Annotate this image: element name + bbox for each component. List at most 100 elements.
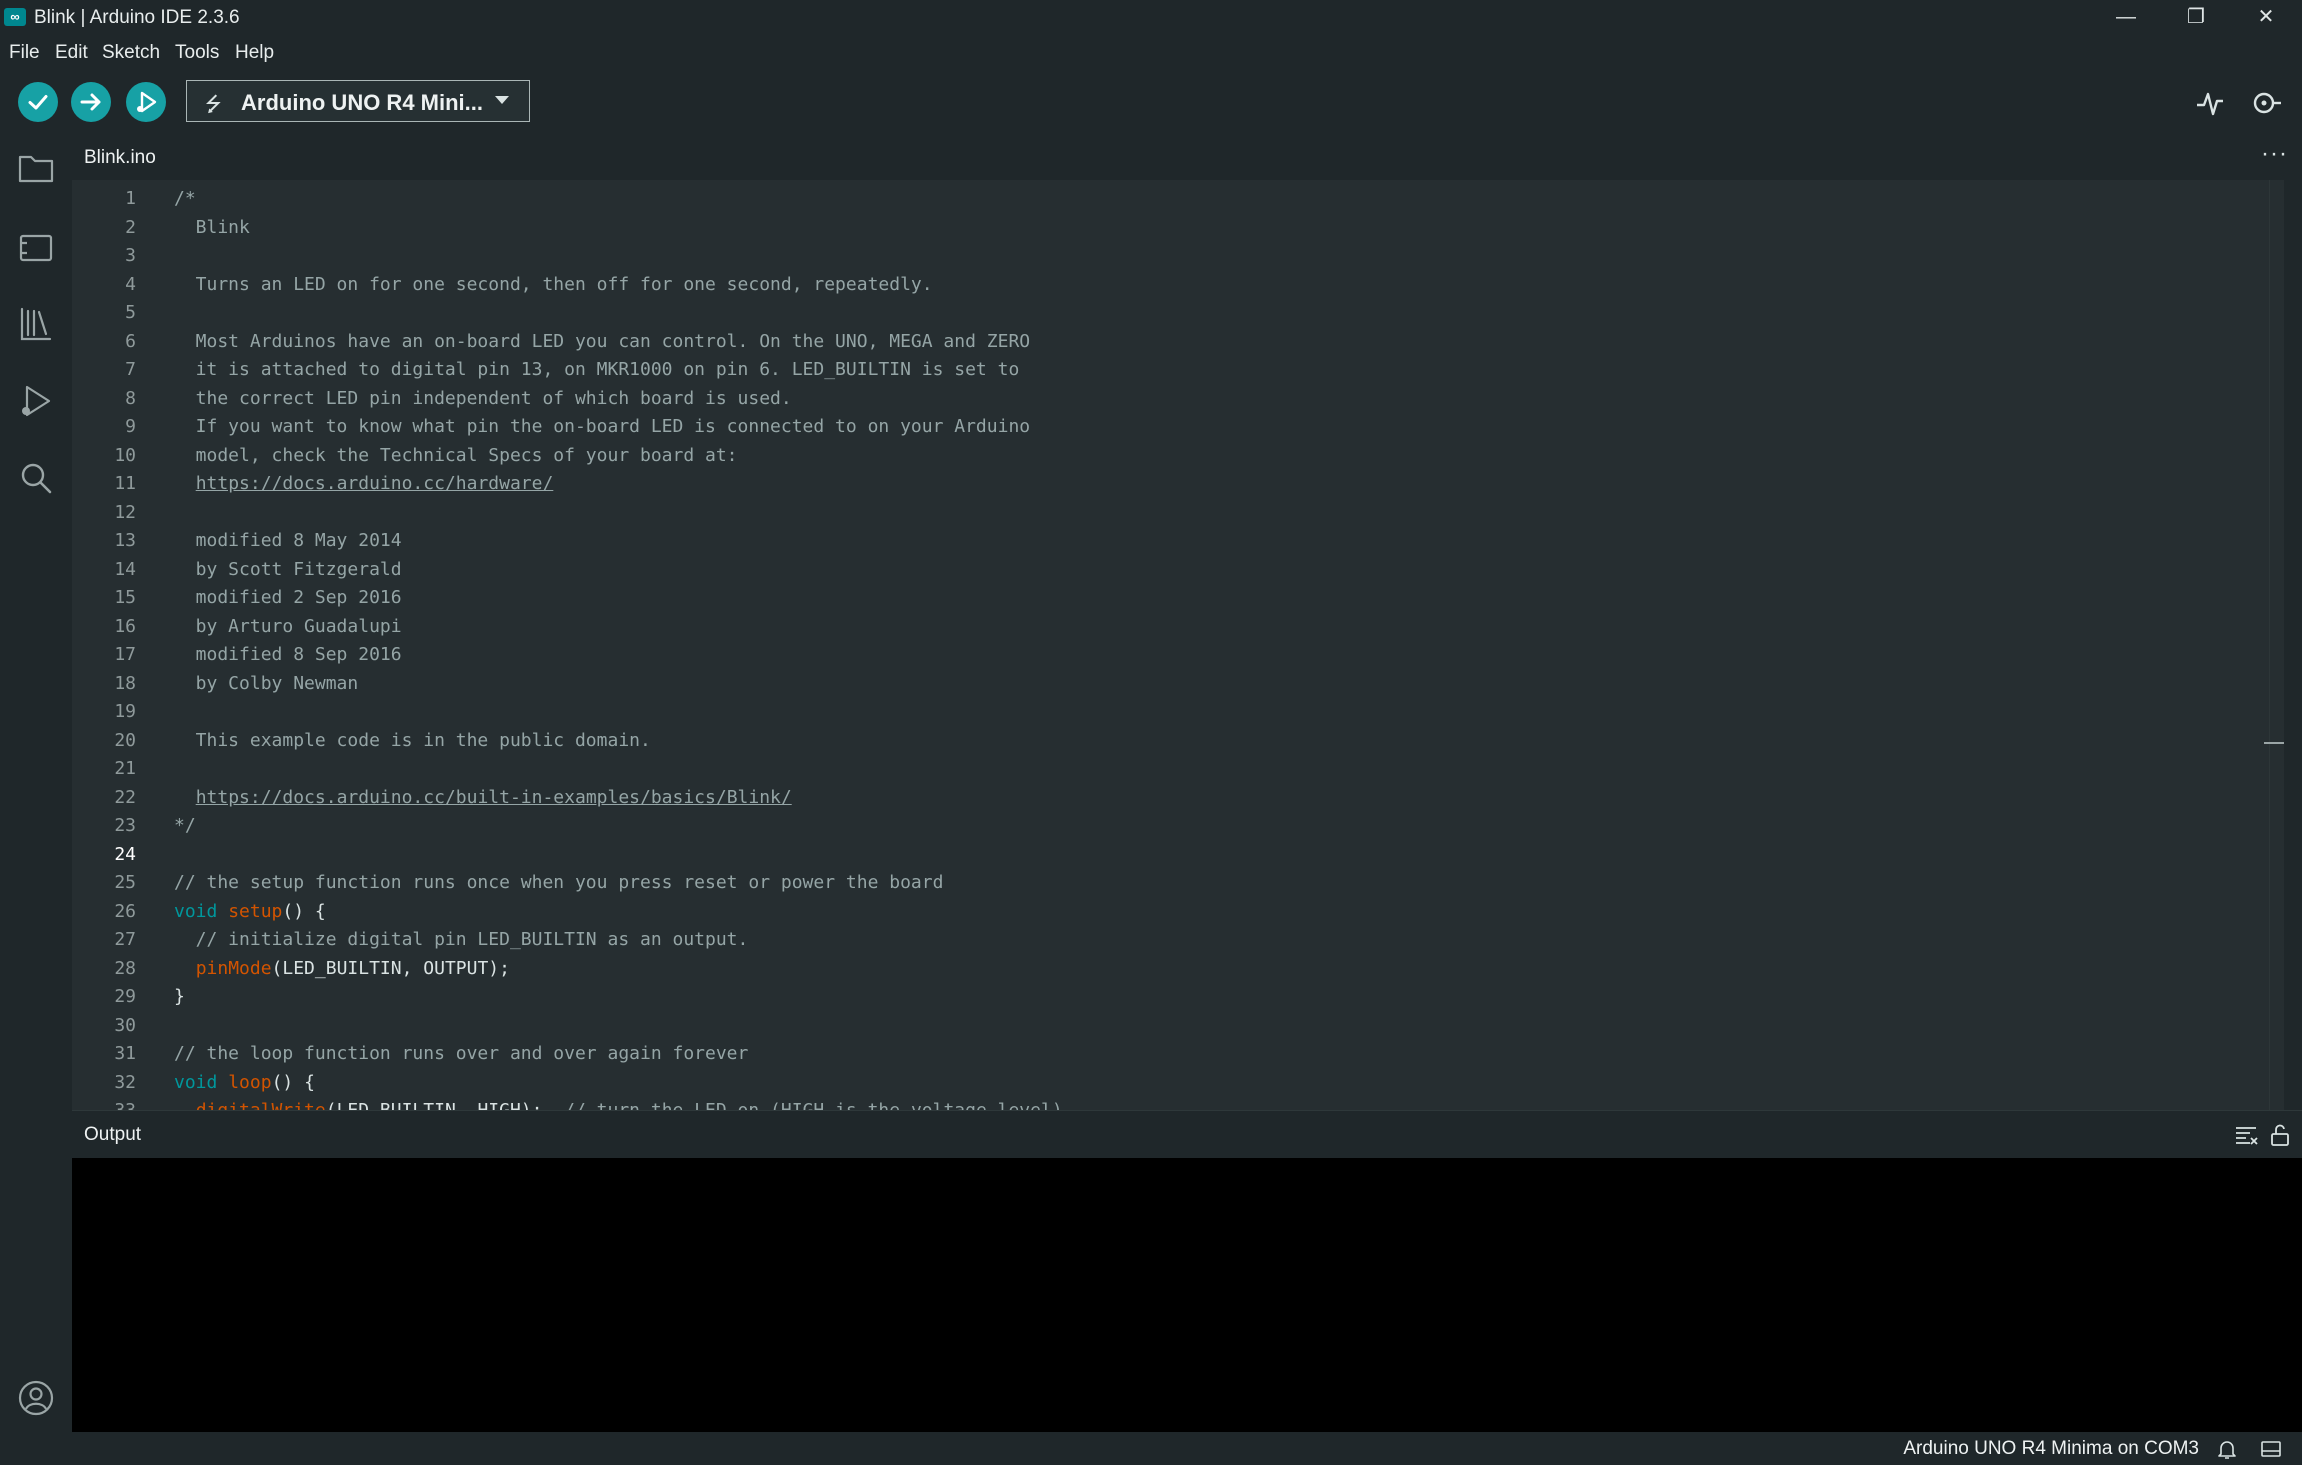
line-number: 16 [114,615,136,637]
code-link[interactable]: https://docs.arduino.cc/built-in-example… [196,787,792,808]
code-text: the correct LED pin independent of which… [174,385,792,414]
code-line: 19 [72,698,2284,727]
code-text: model, check the Technical Specs of your… [174,442,738,471]
code-text: by Scott Fitzgerald [174,556,402,585]
line-number: 4 [125,273,136,295]
line-number: 32 [114,1071,136,1093]
line-number: 7 [125,359,136,380]
account-button[interactable] [16,1378,56,1418]
code-text: it is attached to digital pin 13, on MKR… [174,356,1020,385]
code-plain: () { [282,900,326,922]
arduino-logo-icon: ∞ [4,8,26,26]
restore-button[interactable]: ❐ [2162,0,2230,34]
code-text: https://docs.arduino.cc/hardware/ [174,470,554,499]
code-line: 1 /* [72,185,2284,214]
search-button[interactable] [16,458,56,498]
code-line: 7 it is attached to digital pin 13, on M… [72,356,2284,385]
code-line: 6 Most Arduinos have an on-board LED you… [72,328,2284,357]
boards-manager-button[interactable] [16,228,56,268]
toggle-panel-button[interactable] [2260,1438,2282,1460]
account-icon [18,1380,54,1416]
output-panel-header: Output [72,1110,2302,1159]
line-number: 19 [114,701,136,722]
code-text: */ [174,812,196,841]
code-comment: the correct LED pin independent of which… [174,387,792,409]
more-options-icon[interactable]: ··· [2261,140,2288,168]
scroll-lock-button[interactable] [2268,1123,2294,1147]
activity-bar [0,136,72,1436]
serial-plotter-button[interactable] [2194,88,2230,118]
code-text: // the loop function runs over and over … [174,1040,748,1069]
code-line: 9 If you want to know what pin the on-bo… [72,413,2284,442]
code-comment: modified 8 Sep 2016 [174,644,402,665]
board-selector[interactable]: ⭍ Arduino UNO R4 Mini... [186,80,530,122]
debug-panel-button[interactable] [16,381,56,421]
upload-button[interactable] [71,82,111,122]
chevron-down-icon [495,96,509,104]
serial-monitor-button[interactable] [2248,88,2284,118]
code-comment: // initialize digital pin LED_BUILTIN as… [174,929,749,950]
library-manager-button[interactable] [16,304,56,344]
code-text: by Colby Newman [174,670,359,699]
code-text: If you want to know what pin the on-boar… [174,413,1030,442]
code-comment: This example code is in the public domai… [174,729,651,751]
code-text: modified 8 May 2014 [174,527,402,556]
line-number: 10 [114,444,136,466]
menu-edit[interactable]: Edit [55,42,88,64]
code-comment: // the loop function runs over and over … [174,1043,749,1064]
code-line: 21 [72,755,2284,784]
debug-panel-icon [22,385,51,417]
code-line: 29} [72,983,2284,1012]
code-editor[interactable]: 1/* 2 Blink 3 4 Turns an LED on for one sec… [72,180,2284,1110]
code-function: loop [228,1071,272,1093]
close-button[interactable]: ✕ [2232,0,2300,34]
tab-blink-ino[interactable]: Blink.ino [72,136,168,180]
editor-tab-strip: Blink.ino ··· [72,136,2302,180]
line-number: 12 [114,501,136,523]
line-number: 14 [114,558,136,580]
minimize-button[interactable]: — [2092,0,2160,34]
menu-help[interactable]: Help [235,42,274,64]
code-text: Turns an LED on for one second, then off… [174,271,933,300]
menu-file[interactable]: File [9,42,40,64]
bell-icon [2218,1441,2236,1459]
output-console[interactable] [72,1158,2302,1432]
debug-icon [137,91,157,113]
library-icon [20,307,52,341]
code-comment: modified 8 May 2014 [174,530,402,551]
code-text: // initialize digital pin LED_BUILTIN as… [174,926,749,955]
code-line: 8 the correct LED pin independent of whi… [72,385,2284,414]
code-plain: () { [271,1071,315,1093]
title-bar: ∞ Blink | Arduino IDE 2.3.6 — ❐ ✕ [0,0,2302,36]
code-line: 13 modified 8 May 2014 [72,527,2284,556]
code-text: void loop() { [174,1069,315,1098]
editor-scrollbar[interactable] [2269,180,2284,1110]
menu-sketch[interactable]: Sketch [102,42,160,64]
line-number: 13 [114,530,136,551]
sketchbook-button[interactable] [16,148,56,188]
menu-tools[interactable]: Tools [175,42,219,64]
code-line: 3 [72,242,2284,271]
notifications-button[interactable] [2216,1438,2238,1460]
code-line: 22 https://docs.arduino.cc/built-in-exam… [72,784,2284,813]
board-icon [19,234,53,262]
code-line: 12 [72,499,2284,528]
debug-button[interactable] [126,82,166,122]
code-comment: Most Arduinos have an on-board LED you c… [174,330,1031,352]
code-text: by Arturo Guadalupi [174,613,402,642]
verify-button[interactable] [18,82,58,122]
code-text: digitalWrite(LED_BUILTIN, HIGH); // turn… [174,1097,1063,1110]
line-number: 8 [125,387,136,409]
code-text: } [174,983,185,1012]
board-port-status[interactable]: Arduino UNO R4 Minima on COM3 [1903,1438,2199,1460]
clear-output-button[interactable] [2234,1123,2260,1147]
code-line: 5 [72,299,2284,328]
code-comment: it is attached to digital pin 13, on MKR… [174,359,1020,380]
code-text: Blink [174,214,250,243]
code-link[interactable]: https://docs.arduino.cc/hardware/ [196,473,554,494]
code-comment: Blink [174,216,250,238]
